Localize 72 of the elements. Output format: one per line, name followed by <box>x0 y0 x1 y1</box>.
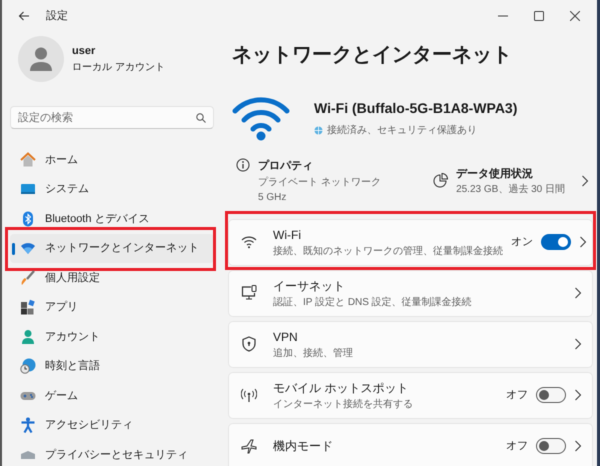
pie-chart-icon <box>432 173 448 190</box>
setting-description: インターネット接続を共有する <box>273 398 414 412</box>
toggle-state: オフ <box>506 438 528 454</box>
chevron-icon <box>574 338 582 350</box>
chevron-icon <box>581 175 589 188</box>
properties-detail: 5 GHz <box>258 190 288 204</box>
sidebar-item[interactable]: ネットワークとインターネット <box>10 234 214 263</box>
globe-icon <box>314 126 323 135</box>
toggle-state: オフ <box>506 388 528 403</box>
account-type: ローカル アカウント <box>72 60 165 75</box>
person-icon <box>20 328 36 345</box>
settings-card[interactable]: VPN 追加、接続、管理 <box>228 320 593 368</box>
page-title: ネットワークとインターネット <box>232 43 513 68</box>
setting-description: 認証、IP 設定と DNS 設定、従量制課金接続 <box>273 296 473 310</box>
toggle-switch[interactable] <box>541 234 571 250</box>
chevron-icon <box>574 389 582 401</box>
toggle-switch[interactable] <box>536 387 566 403</box>
connection-status: 接続済み、セキュリティ保護あり <box>327 124 477 138</box>
back-arrow-icon <box>18 11 30 21</box>
maximize-icon <box>534 11 544 21</box>
sidebar-item[interactable]: アプリ <box>10 292 214 322</box>
bluetooth-icon <box>20 210 36 227</box>
settings-card[interactable]: Wi-Fi 接続、既知のネットワークの管理、従量制課金接続 オン <box>228 218 593 266</box>
user-name: user <box>72 44 96 60</box>
wifi-icon <box>20 240 36 256</box>
setting-title: VPN <box>273 328 299 346</box>
airplane-icon <box>241 438 257 454</box>
chevron-icon <box>574 287 582 299</box>
properties-title: プロパティ <box>258 158 314 174</box>
network-name: Wi-Fi (Buffalo-5G-B1A8-WPA3) <box>314 99 518 118</box>
search-field[interactable]: 設定の検索 <box>10 106 214 129</box>
settings-card[interactable]: 機内モード オフ <box>228 422 593 466</box>
sidebar-item[interactable]: ゲーム <box>10 381 214 410</box>
sidebar-item[interactable]: アクセシビリティ <box>10 410 214 440</box>
setting-description: 追加、接続、管理 <box>273 346 354 360</box>
properties-link[interactable]: プロパティ プライベート ネットワーク 5 GHz <box>232 158 432 204</box>
window-title: 設定 <box>46 8 68 24</box>
close-icon <box>570 11 580 21</box>
settings-card[interactable]: イーサネット 認証、IP 設定と DNS 設定、従量制課金接続 <box>228 270 593 316</box>
sidebar-item[interactable]: ホーム <box>10 145 214 174</box>
toggle-state: オン <box>511 234 533 250</box>
ethernet-monitor-icon <box>241 285 257 301</box>
accessibility-icon <box>20 417 36 434</box>
sidebar-item[interactable]: プライバシーとセキュリティ <box>10 440 214 466</box>
broadcast-antenna-icon <box>241 387 257 403</box>
sidebar-item[interactable]: システム <box>10 174 214 204</box>
setting-description: 接続、既知のネットワークの管理、従量制課金接続 <box>273 244 503 258</box>
globe-clock-icon <box>20 358 36 374</box>
apps-icon <box>20 299 36 316</box>
info-icon <box>236 158 250 172</box>
wifi-icon <box>241 234 257 250</box>
selection-indicator <box>12 242 15 254</box>
data-usage-detail: 25.23 GB、過去 30 日間 <box>456 182 565 197</box>
data-usage-link[interactable]: データ使用状況 25.23 GB、過去 30 日間 <box>432 166 589 197</box>
setting-title: モバイル ホットスポット <box>273 380 410 396</box>
setting-title: 機内モード <box>273 438 334 455</box>
sidebar-item[interactable]: アカウント <box>10 322 214 352</box>
sidebar-item[interactable]: 時刻と言語 <box>10 352 214 381</box>
sidebar-item[interactable]: Bluetooth とデバイス <box>10 204 214 234</box>
properties-detail: プライベート ネットワーク <box>258 176 381 190</box>
brush-icon <box>20 270 36 286</box>
search-icon <box>196 113 206 123</box>
sidebar-item[interactable]: 個人用設定 <box>10 263 214 292</box>
chevron-icon <box>574 440 582 452</box>
toggle-switch[interactable] <box>536 438 566 454</box>
chevron-icon <box>579 236 587 248</box>
setting-title: Wi-Fi <box>273 226 302 244</box>
setting-title: イーサネット <box>273 278 346 294</box>
data-usage-title: データ使用状況 <box>456 166 534 182</box>
person-silhouette-icon <box>30 47 52 71</box>
home-icon <box>20 152 36 168</box>
settings-card[interactable]: モバイル ホットスポット インターネット接続を共有する オフ <box>228 372 593 418</box>
